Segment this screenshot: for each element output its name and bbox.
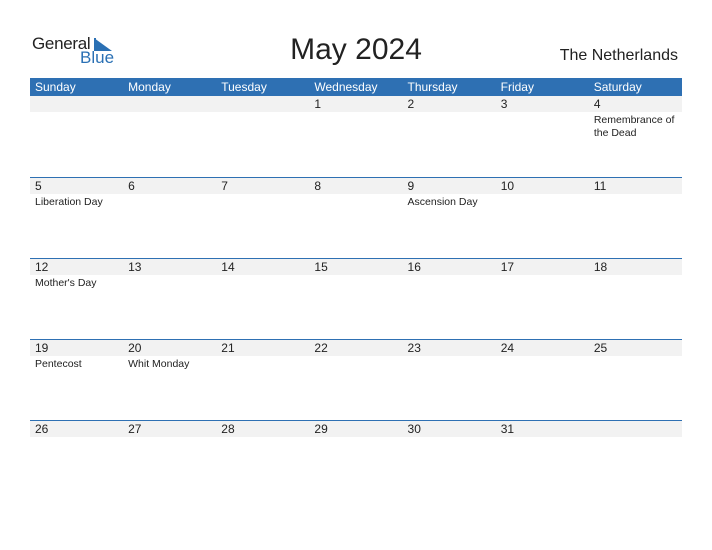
- day-cell[interactable]: 20 Whit Monday: [123, 340, 216, 421]
- day-cell[interactable]: 6: [123, 178, 216, 259]
- day-cell[interactable]: 3: [496, 96, 589, 177]
- day-cell[interactable]: 28: [216, 421, 309, 502]
- day-cell[interactable]: 13: [123, 259, 216, 340]
- day-number: 12: [35, 260, 49, 274]
- day-number: 24: [500, 341, 515, 355]
- day-number: [128, 96, 216, 112]
- day-number: 25: [593, 341, 608, 355]
- day-number: 18: [593, 260, 608, 274]
- day-number: 28: [221, 422, 235, 436]
- day-number: 26: [35, 422, 49, 436]
- day-cell[interactable]: 5 Liberation Day: [30, 178, 123, 259]
- weekday-thursday: Thursday: [407, 80, 458, 94]
- day-cell[interactable]: 15: [309, 259, 402, 340]
- week-row: 5 Liberation Day 6 7 8 9 Ascension Day 10 11: [30, 177, 682, 259]
- week-row: 19 Pentecost 20 Whit Monday 21 22 23 24 25: [30, 339, 682, 421]
- day-cell[interactable]: 31: [496, 421, 589, 502]
- day-cell[interactable]: 17: [496, 259, 589, 340]
- day-number: 10: [500, 179, 515, 193]
- day-cell[interactable]: [589, 421, 682, 502]
- day-cell[interactable]: 14: [216, 259, 309, 340]
- day-cell[interactable]: [123, 96, 216, 177]
- day-cell[interactable]: 22: [309, 340, 402, 421]
- day-cell[interactable]: [30, 96, 123, 177]
- day-number: 14: [221, 260, 235, 274]
- day-number: 13: [128, 260, 142, 274]
- holiday-label: Remembrance of the Dead: [593, 114, 675, 139]
- day-number: [35, 96, 123, 112]
- week-row: 12 Mother's Day 13 14 15 16 17 18: [30, 258, 682, 340]
- day-number: 30: [407, 422, 421, 436]
- day-number: 23: [407, 341, 421, 355]
- day-cell[interactable]: 16: [403, 259, 496, 340]
- day-number: 3: [500, 97, 508, 111]
- week-row: 1 2 3 4 Remembrance of the Dead: [30, 96, 682, 177]
- week-row: 26 27 28 29 30 31: [30, 420, 682, 502]
- weekday-sunday: Sunday: [35, 80, 76, 94]
- day-cell[interactable]: 24: [496, 340, 589, 421]
- holiday-label: Ascension Day: [407, 196, 478, 208]
- day-number: 21: [221, 341, 235, 355]
- weekday-monday: Monday: [128, 80, 171, 94]
- day-cell[interactable]: 19 Pentecost: [30, 340, 123, 421]
- day-cell[interactable]: 12 Mother's Day: [30, 259, 123, 340]
- weekday-header: Sunday Monday Tuesday Wednesday Thursday…: [30, 78, 682, 96]
- day-number: 29: [314, 422, 328, 436]
- weekday-wednesday: Wednesday: [314, 80, 378, 94]
- day-cell[interactable]: 9 Ascension Day: [403, 178, 496, 259]
- day-cell[interactable]: 30: [403, 421, 496, 502]
- day-cell[interactable]: 29: [309, 421, 402, 502]
- day-cell[interactable]: 10: [496, 178, 589, 259]
- day-cell[interactable]: 27: [123, 421, 216, 502]
- day-cell[interactable]: 4 Remembrance of the Dead: [589, 96, 682, 177]
- day-number: 9: [407, 179, 415, 193]
- day-cell[interactable]: 18: [589, 259, 682, 340]
- day-number: 19: [35, 341, 49, 355]
- weekday-friday: Friday: [500, 80, 534, 94]
- day-number: 22: [314, 341, 328, 355]
- day-cell[interactable]: 25: [589, 340, 682, 421]
- day-cell[interactable]: 7: [216, 178, 309, 259]
- day-cell[interactable]: 26: [30, 421, 123, 502]
- day-cell[interactable]: 23: [403, 340, 496, 421]
- day-cell[interactable]: 21: [216, 340, 309, 421]
- day-number: 7: [221, 179, 228, 193]
- holiday-label: Pentecost: [35, 358, 82, 370]
- day-number: 15: [314, 260, 328, 274]
- day-cell[interactable]: 1: [309, 96, 402, 177]
- day-number: 16: [407, 260, 421, 274]
- day-number: 8: [314, 179, 322, 193]
- country-label: The Netherlands: [559, 47, 678, 64]
- day-number: 1: [314, 97, 322, 111]
- day-number: 2: [407, 97, 415, 111]
- day-number: 31: [500, 422, 515, 436]
- day-cell[interactable]: 8: [309, 178, 402, 259]
- day-cell[interactable]: [216, 96, 309, 177]
- day-cell[interactable]: 2: [403, 96, 496, 177]
- day-number: 27: [128, 422, 142, 436]
- day-number: 17: [500, 260, 515, 274]
- holiday-label: Whit Monday: [128, 358, 190, 370]
- day-cell[interactable]: 11: [589, 178, 682, 259]
- day-number: [594, 421, 682, 437]
- day-number: 11: [593, 179, 607, 193]
- day-number: 5: [35, 179, 42, 193]
- weekday-tuesday: Tuesday: [221, 80, 267, 94]
- day-number: [221, 96, 309, 112]
- day-number: 4: [593, 97, 601, 111]
- day-number: 20: [128, 341, 142, 355]
- day-number: 6: [128, 179, 135, 193]
- holiday-label: Liberation Day: [35, 196, 103, 208]
- weekday-saturday: Saturday: [593, 80, 642, 94]
- holiday-label: Mother's Day: [35, 277, 97, 289]
